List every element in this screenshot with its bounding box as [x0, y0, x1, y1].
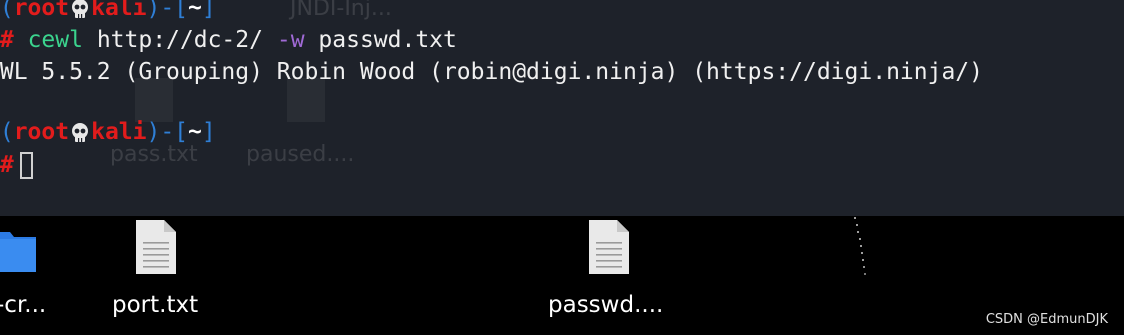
- text-file-icon[interactable]: [587, 218, 631, 276]
- command-flag: -w: [276, 27, 305, 53]
- prompt-cwd: ~: [188, 119, 202, 145]
- watermark: CSDN @EdmunDJK: [985, 312, 1108, 327]
- desktop-icon-label[interactable]: -cr...: [0, 292, 46, 318]
- prompt-header: —(root kali)-[~]: [0, 118, 216, 146]
- folder-icon[interactable]: [0, 226, 36, 272]
- command-line: -# cewl http://dc-2/ -w passwd.txt: [0, 26, 457, 54]
- prompt-hash: -#: [0, 152, 14, 178]
- prompt-user: root: [13, 119, 70, 145]
- prompt-box-right: ]: [201, 119, 216, 145]
- skull-icon: [72, 0, 89, 18]
- command-url: http://dc-2/: [96, 27, 263, 53]
- prompt-box-mid: )-[: [146, 119, 189, 145]
- wallpaper-dots: [854, 217, 866, 275]
- desktop-icon-label[interactable]: port.txt: [112, 292, 198, 318]
- prompt-user: root: [13, 0, 70, 21]
- prompt-box-right: ]: [201, 0, 216, 21]
- text-cursor: [19, 152, 33, 179]
- command-binary: cewl: [27, 27, 83, 53]
- prompt-cwd: ~: [188, 0, 202, 21]
- prompt-header: —(root kali)-[~]: [0, 0, 216, 22]
- terminal-window[interactable]: JNDI-Inj... pass.txt paused.... —(rootka…: [0, 0, 1124, 216]
- skull-icon: [72, 122, 89, 142]
- prompt-host: kali: [91, 119, 147, 145]
- prompt-box-left: —(: [0, 0, 14, 21]
- ghost-label: JNDI-Inj...: [290, 0, 392, 21]
- command-output: eWL 5.5.2 (Grouping) Robin Wood (robin@d…: [0, 59, 983, 85]
- active-prompt[interactable]: -#: [0, 151, 33, 179]
- prompt-box-left: —(: [0, 119, 14, 145]
- prompt-box-mid: )-[: [146, 0, 189, 21]
- ghost-label: paused....: [246, 142, 355, 167]
- prompt-hash: -#: [0, 27, 14, 53]
- text-file-icon[interactable]: [134, 218, 178, 276]
- command-file: passwd.txt: [318, 27, 457, 53]
- prompt-host: kali: [91, 0, 147, 21]
- desktop-icon-label[interactable]: passwd....: [548, 292, 663, 318]
